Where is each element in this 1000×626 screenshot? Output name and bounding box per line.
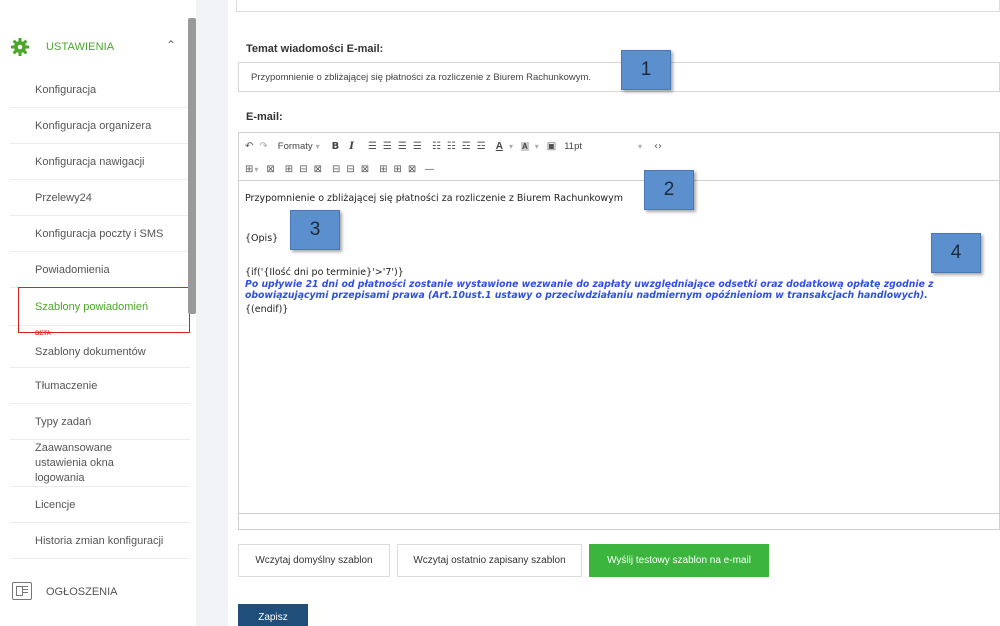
sidebar-item-szablony-powiadomien[interactable]: Szablony powiadomień (10, 288, 190, 326)
sidebar-item-label: Konfiguracja (35, 83, 97, 96)
source-code-icon[interactable]: ‹› (654, 141, 662, 152)
italic-button[interactable]: I (349, 141, 354, 152)
sidebar-item-powiadomienia[interactable]: Powiadomienia (10, 252, 190, 288)
table-icon[interactable]: ⊞ (245, 164, 253, 175)
callout-3: 3 (290, 210, 340, 250)
row-insert-icon[interactable]: ⊟ (299, 164, 307, 175)
indent-icon[interactable]: ☲ (477, 141, 486, 152)
sidebar-item-label: Przelewy24 (35, 191, 92, 204)
background-color-button[interactable]: A (520, 141, 529, 151)
col-after-icon[interactable]: ⊞ (394, 164, 402, 175)
horizontal-rule-icon[interactable]: — (424, 164, 434, 175)
editor-toolbar: ↶ ↷ Formaty ▾ B I ☰ ☰ ☰ ☰ ☷ ☷ ☲ ☲ A ▾ A ▾ (239, 133, 999, 181)
beta-badge: BETA (35, 331, 51, 337)
callout-1: 1 (621, 50, 671, 90)
chevron-up-icon[interactable]: ⌃ (166, 38, 176, 52)
callout-2: 2 (644, 170, 694, 210)
sidebar-scrollbar[interactable] (188, 18, 196, 314)
bold-button[interactable]: B (332, 141, 340, 152)
sidebar-item-przelewy24[interactable]: Przelewy24 (10, 180, 190, 216)
delete-row-icon[interactable]: ⊠ (361, 164, 369, 175)
email-label: E-mail: (246, 111, 283, 123)
align-left-icon[interactable]: ☰ (368, 141, 377, 152)
align-center-icon[interactable]: ☰ (383, 141, 392, 152)
undo-icon[interactable]: ↶ (245, 141, 253, 152)
numbered-list-icon[interactable]: ☷ (447, 141, 456, 152)
sidebar-section-ogloszenia[interactable]: OGŁOSZENIA (0, 574, 190, 610)
sidebar-item-label: Szablony powiadomień (35, 300, 149, 313)
chevron-down-icon[interactable]: ▾ (254, 165, 258, 174)
content-gutter (196, 0, 228, 626)
align-justify-icon[interactable]: ☰ (413, 141, 422, 152)
sidebar-item-label: Szablony dokumentów (35, 345, 146, 358)
image-icon[interactable]: ▣ (547, 141, 556, 152)
row-above-icon[interactable]: ⊟ (332, 164, 340, 175)
editor-line: Przypomnienie o zbliżającej się płatnośc… (245, 193, 624, 204)
table-props-icon[interactable]: ⊞ (285, 164, 293, 175)
sidebar-menu: Konfiguracja Konfiguracja organizera Kon… (10, 72, 190, 559)
chevron-down-icon[interactable]: ▾ (535, 142, 539, 151)
sidebar-item-szablony-dokumentow[interactable]: BETA Szablony dokumentów (10, 326, 190, 368)
sidebar-item-konfiguracja[interactable]: Konfiguracja (10, 72, 190, 108)
send-test-template-button[interactable]: Wyślij testowy szablon na e-mail (589, 544, 769, 577)
save-button[interactable]: Zapisz (238, 604, 308, 626)
sidebar-item-konfiguracja-organizera[interactable]: Konfiguracja organizera (10, 108, 190, 144)
load-default-template-button[interactable]: Wczytaj domyślny szablon (238, 544, 390, 577)
delete-table-icon[interactable]: ⊠ (266, 164, 274, 175)
bullet-list-icon[interactable]: ☷ (432, 141, 441, 152)
editor-line: {Opis} (245, 233, 279, 244)
chevron-down-icon[interactable]: ▾ (509, 142, 513, 151)
sidebar-item-tlumaczenie[interactable]: Tłumaczenie (10, 368, 190, 404)
sidebar-item-label: Konfiguracja poczty i SMS (35, 227, 164, 240)
editor-statusbar (239, 513, 999, 530)
sidebar-item-poczta-sms[interactable]: Konfiguracja poczty i SMS (10, 216, 190, 252)
previous-field-edge (236, 0, 1000, 12)
editor-highlight-text: Po upływie 21 dni od płatności zostanie … (245, 279, 934, 301)
sidebar-item-historia-zmian[interactable]: Historia zmian konfiguracji (10, 523, 190, 559)
sidebar-section-ustawienia[interactable]: USTAWIENIA ⌃ (0, 28, 190, 68)
sidebar-item-label: Typy zadań (35, 415, 92, 428)
sidebar-item-label: Tłumaczenie (35, 379, 98, 392)
editor-line: {if('{Ilość dni po terminie}'>'7')} (245, 267, 404, 278)
sidebar-item-label: Konfiguracja nawigacji (35, 155, 145, 168)
sidebar-item-zaawansowane-ustawienia[interactable]: Zaawansowane ustawienia okna logowania (10, 440, 190, 487)
text-color-button[interactable]: A (496, 141, 503, 152)
sidebar: USTAWIENIA ⌃ Konfiguracja Konfiguracja o… (0, 0, 196, 626)
row-delete-icon[interactable]: ⊠ (314, 164, 322, 175)
editor-content[interactable]: Przypomnienie o zbliżającej się płatnośc… (239, 182, 999, 513)
app-root: USTAWIENIA ⌃ Konfiguracja Konfiguracja o… (0, 0, 1000, 626)
subject-label: Temat wiadomości E-mail: (246, 43, 384, 55)
main-panel: Temat wiadomości E-mail: Przypomnienie o… (228, 0, 1000, 626)
sidebar-section-label: USTAWIENIA (46, 41, 115, 53)
align-right-icon[interactable]: ☰ (398, 141, 407, 152)
chevron-down-icon[interactable]: ▾ (638, 142, 642, 151)
editor-line: {(endif)} (245, 304, 289, 315)
sidebar-item-label: Historia zmian konfiguracji (35, 534, 164, 547)
sidebar-item-label: Powiadomienia (35, 263, 110, 276)
font-size-dropdown[interactable]: 11pt (564, 141, 582, 152)
load-last-template-button[interactable]: Wczytaj ostatnio zapisany szablon (397, 544, 582, 577)
sidebar-item-konfiguracja-nawigacji[interactable]: Konfiguracja nawigacji (10, 144, 190, 180)
row-below-icon[interactable]: ⊟ (346, 164, 354, 175)
delete-col-icon[interactable]: ⊠ (408, 164, 416, 175)
gear-icon (11, 38, 29, 56)
outdent-icon[interactable]: ☲ (462, 141, 471, 152)
sidebar-item-label: Licencje (35, 498, 76, 511)
formats-dropdown[interactable]: Formaty ▾ (278, 141, 320, 152)
sidebar-item-label: Zaawansowane ustawienia okna logowania (35, 441, 114, 484)
redo-icon[interactable]: ↷ (259, 141, 267, 152)
subject-input[interactable]: Przypomnienie o zbliżającej się płatnośc… (238, 62, 1000, 92)
announcement-icon (12, 582, 32, 600)
sidebar-section-label: OGŁOSZENIA (46, 586, 118, 598)
email-editor: ↶ ↷ Formaty ▾ B I ☰ ☰ ☰ ☰ ☷ ☷ ☲ ☲ A ▾ A ▾ (238, 132, 1000, 530)
sidebar-item-label: Konfiguracja organizera (35, 119, 152, 132)
callout-4: 4 (931, 233, 981, 273)
col-before-icon[interactable]: ⊞ (379, 164, 387, 175)
sidebar-item-typy-zadan[interactable]: Typy zadań (10, 404, 190, 440)
sidebar-item-licencje[interactable]: Licencje (10, 487, 190, 523)
